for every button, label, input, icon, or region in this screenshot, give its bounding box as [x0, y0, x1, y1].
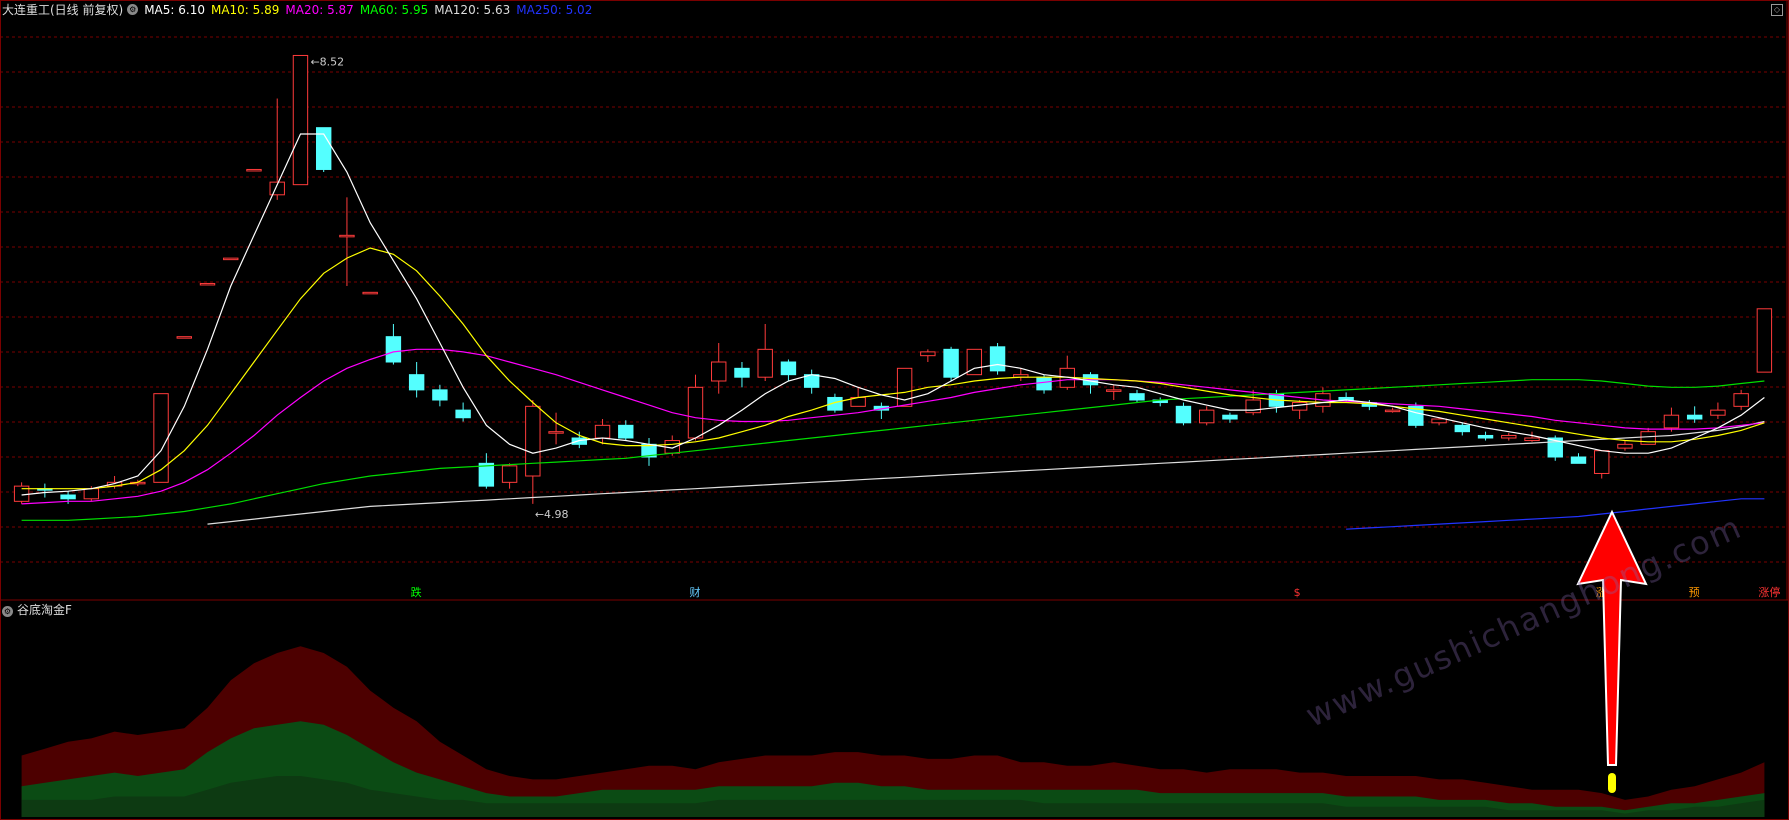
candle-up — [1384, 409, 1401, 413]
candle-down — [60, 494, 76, 500]
candle-up — [1640, 431, 1656, 445]
candle-down — [734, 367, 750, 378]
candle-up — [246, 168, 262, 172]
candle-up — [1106, 389, 1122, 392]
candle-up — [594, 424, 611, 439]
candle-up — [920, 351, 936, 357]
signal-dot — [1608, 773, 1616, 793]
low-annotation: ←4.98 — [535, 508, 569, 521]
candle-down — [455, 409, 471, 419]
candle-up — [1245, 399, 1261, 414]
candle-up — [223, 257, 239, 261]
candle-up — [1710, 409, 1726, 416]
signal-marker: $ — [1294, 586, 1301, 599]
candle-down — [408, 374, 425, 391]
candle-down — [780, 361, 797, 376]
candle-up — [1524, 437, 1540, 442]
candle-up — [757, 348, 773, 378]
ma60-line — [21, 379, 1765, 521]
signal-marker: 预 — [1689, 586, 1700, 599]
ma120-line — [207, 420, 1765, 525]
candle-down — [1686, 414, 1703, 420]
candle-up — [176, 336, 192, 339]
signal-marker: 涨停 — [1758, 585, 1780, 599]
candle-up — [1291, 402, 1308, 411]
candle-up — [501, 465, 518, 483]
candle-up — [1431, 418, 1447, 424]
candle-down — [432, 389, 448, 401]
candle-up — [292, 54, 309, 186]
candle-down — [618, 424, 634, 439]
candle-down — [1222, 414, 1238, 420]
signal-marker: 财 — [689, 585, 700, 599]
candlestick-chart: ←8.52←4.98跌财 $ 涨预涨停 — [0, 0, 1789, 817]
candle-down — [1477, 434, 1494, 439]
candle-up — [1663, 414, 1680, 429]
candle-down — [1454, 424, 1471, 433]
candle-up — [525, 405, 541, 477]
candle-up — [687, 386, 704, 439]
candle-up — [362, 291, 378, 295]
indicator-settings-icon[interactable]: ⚙ — [2, 606, 13, 617]
signal-marker: 跌 — [411, 585, 422, 599]
candle-down — [1036, 376, 1052, 391]
candle-up — [1733, 393, 1749, 407]
candle-up — [1617, 443, 1633, 449]
candle-up — [896, 367, 913, 407]
candle-up — [1501, 434, 1517, 439]
ma10-line — [21, 247, 1765, 490]
candle-up — [1594, 450, 1610, 474]
candle-down — [1129, 393, 1145, 401]
candle-up — [1756, 308, 1773, 373]
candle-up — [1198, 409, 1215, 424]
candle-up — [548, 431, 564, 434]
indicator-title: ⚙ 谷底淘金F — [2, 603, 72, 617]
candle-up — [83, 488, 100, 500]
candle-down — [1570, 456, 1587, 464]
ma20-line — [21, 348, 1765, 505]
candle-down — [571, 437, 588, 445]
candle-down — [385, 336, 402, 363]
candle-up — [711, 361, 727, 382]
candle-up — [339, 234, 355, 238]
candle-up — [199, 282, 216, 286]
indicator-name: 谷底淘金F — [17, 603, 72, 617]
candle-down — [989, 346, 1006, 372]
candle-down — [943, 348, 959, 378]
candle-down — [1175, 405, 1192, 424]
high-annotation: ←8.52 — [310, 55, 344, 68]
